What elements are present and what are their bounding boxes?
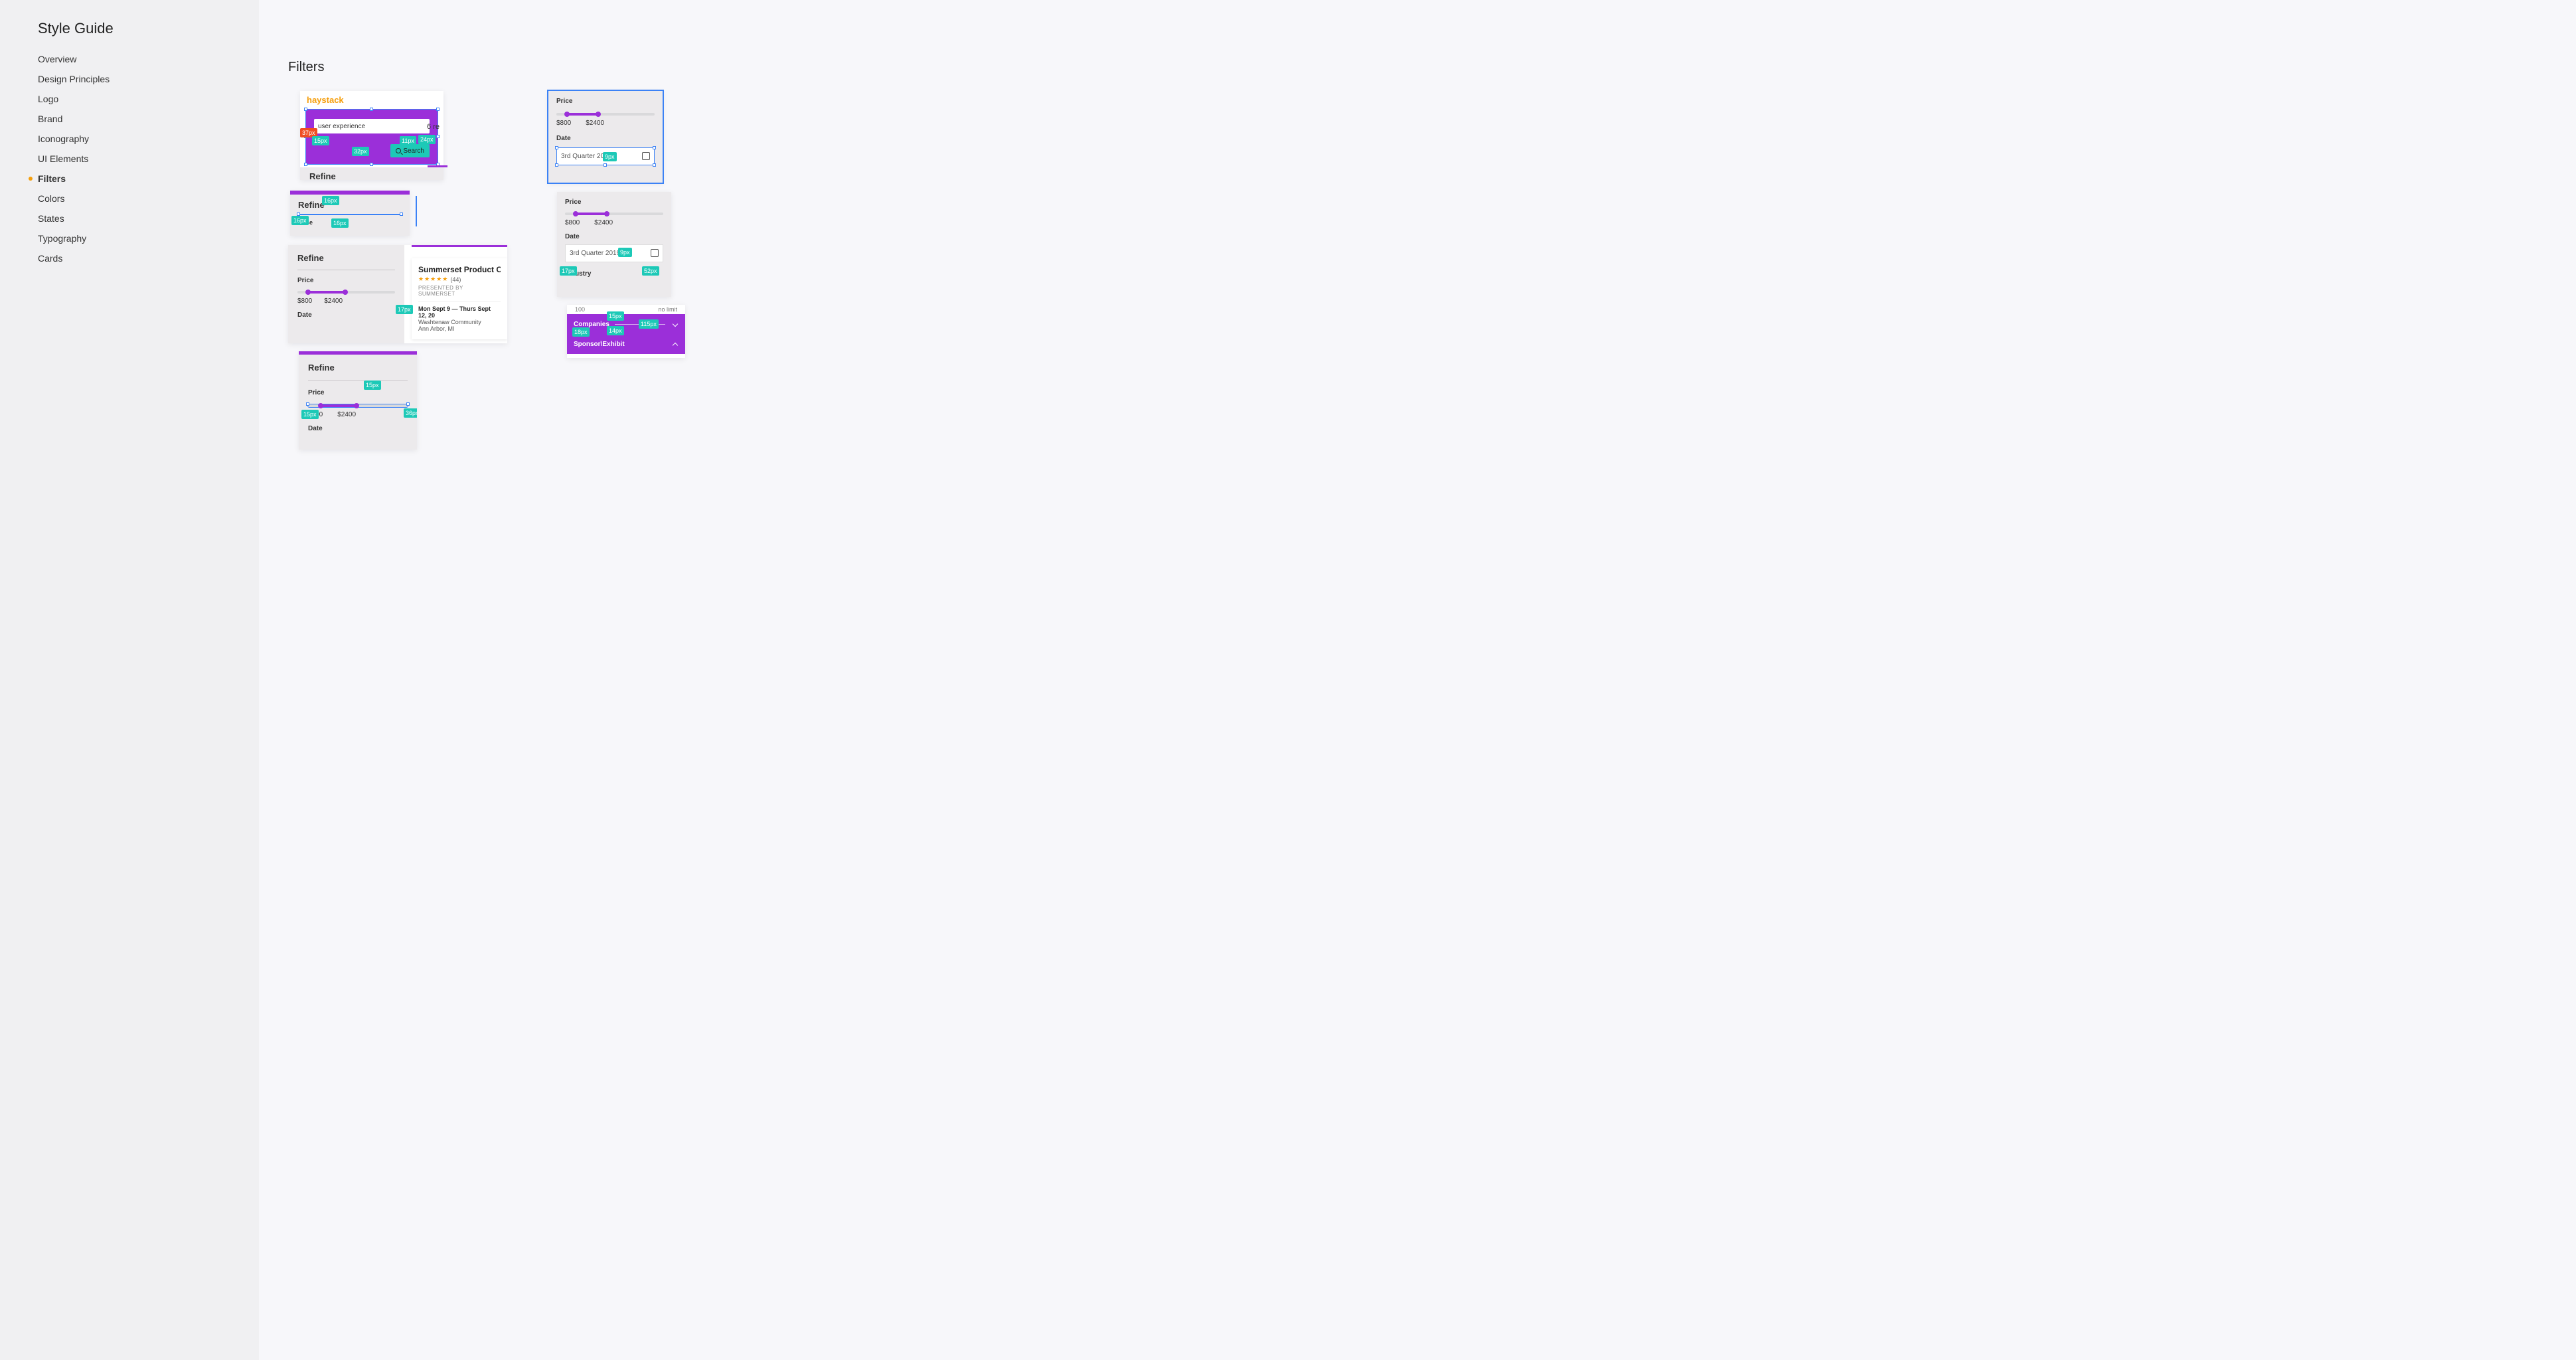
- sidebar-item-ui-elements[interactable]: UI Elements: [38, 149, 259, 169]
- calendar-icon: [651, 248, 659, 258]
- date-label: Date: [308, 425, 408, 432]
- spacing-badge: 15px: [301, 410, 319, 419]
- date-label: Date: [297, 311, 395, 319]
- card-title: Summerset Product C: [418, 265, 501, 274]
- decoration: [428, 165, 447, 167]
- price-low: $800: [297, 298, 312, 305]
- thumb-refine-bottom[interactable]: Refine Price $800 $2400 Date: [299, 351, 417, 450]
- chevron-down-icon: [672, 321, 679, 327]
- thumb-accordion[interactable]: 100 no limit Companies Sponsor\Exhibit 1…: [567, 305, 685, 358]
- price-label: Price: [308, 389, 408, 396]
- accordion-sponsor[interactable]: Sponsor\Exhibit: [567, 334, 685, 354]
- spacing-badge: 115px: [639, 319, 659, 329]
- decoration: [416, 196, 417, 226]
- thumb-price-date-selected[interactable]: Price $800 $2400 Date 3rd Quarter 2019: [548, 91, 663, 183]
- range-max-fragment: no limit: [658, 306, 677, 313]
- spacing-badge: 17px: [560, 266, 577, 276]
- price-label: Price: [298, 219, 402, 226]
- spacing-badge: 11px: [400, 136, 416, 145]
- date-label: Date: [565, 233, 663, 240]
- refine-title: Refine: [309, 171, 336, 180]
- sidebar-item-colors[interactable]: Colors: [38, 189, 259, 209]
- spacing-badge: 16px: [322, 196, 339, 205]
- price-low: $800: [565, 219, 580, 226]
- price-low: $800: [556, 120, 571, 127]
- thumb-refine-with-card[interactable]: Refine Price $800 $2400 Date: [288, 245, 507, 343]
- page-title: Filters: [288, 60, 2549, 75]
- price-label: Price: [556, 98, 655, 105]
- thumb-refine-strip[interactable]: Refine Price 16px 16px 16px: [290, 191, 410, 236]
- spacing-badge: 15px: [607, 311, 624, 321]
- event-city: Ann Arbor, MI: [418, 325, 501, 332]
- price-high: $2400: [337, 411, 356, 418]
- spacing-badge: 9px: [603, 152, 617, 161]
- price-high: $2400: [324, 298, 343, 305]
- sidebar-item-filters[interactable]: Filters: [38, 169, 259, 189]
- price-label: Price: [297, 277, 395, 284]
- search-button[interactable]: Search: [390, 144, 430, 157]
- spacing-badge: 17px: [396, 305, 413, 314]
- spacing-badge: 52px: [642, 266, 659, 276]
- thumb-search-header[interactable]: haystack user experience Search: [300, 91, 443, 180]
- event-venue: Washtenaw Community: [418, 319, 501, 325]
- refine-title: Refine: [308, 363, 408, 373]
- search-button-label: Search: [403, 147, 424, 155]
- sidebar-item-cards[interactable]: Cards: [38, 248, 259, 268]
- spacing-badge: 16px: [331, 218, 349, 228]
- search-input-value: user experience: [318, 123, 365, 130]
- spacing-badge: 14px: [607, 326, 624, 335]
- price-label: Price: [565, 199, 663, 206]
- sidebar-item-principles[interactable]: Design Principles: [38, 69, 259, 89]
- sidebar: Style Guide Overview Design Principles L…: [0, 0, 259, 1360]
- sidebar-item-overview[interactable]: Overview: [38, 49, 259, 69]
- date-label: Date: [556, 135, 655, 142]
- price-high: $2400: [594, 219, 613, 226]
- sidebar-item-states[interactable]: States: [38, 209, 259, 228]
- sidebar-nav: Overview Design Principles Logo Brand Ic…: [38, 49, 259, 268]
- accordion-companies-label: Companies: [574, 321, 609, 328]
- price-high: $2400: [586, 120, 604, 127]
- date-select-value: 3rd Quarter 2019: [570, 250, 620, 257]
- sidebar-title: Style Guide: [38, 20, 259, 37]
- main: Filters haystack user experience Search: [259, 0, 2576, 1360]
- search-input[interactable]: user experience: [314, 119, 430, 133]
- spacing-badge: 18px: [572, 327, 590, 337]
- spacing-badge: 9px: [618, 248, 632, 257]
- spacing-badge: 15px: [312, 136, 329, 145]
- date-select[interactable]: 3rd Quarter 2019: [565, 244, 663, 262]
- spacing-badge: 16px: [291, 216, 309, 225]
- thumb-price-date-industry[interactable]: Price $800 $2400 Date 3rd Quarter 2019 I…: [557, 192, 671, 297]
- spacing-badge: 24px: [418, 135, 436, 144]
- brand-logo-text: haystack: [300, 91, 443, 109]
- results-count-fragment: 6 re: [427, 123, 440, 131]
- presented-by: PRESENTED BY SUMMERSET: [418, 285, 501, 297]
- search-icon: [396, 148, 401, 153]
- spacing-badge: 36px: [404, 408, 417, 418]
- chevron-up-icon: [672, 341, 679, 347]
- event-dates: Mon Sept 9 — Thurs Sept 12, 20: [418, 305, 501, 319]
- design-canvas[interactable]: haystack user experience Search: [288, 91, 886, 463]
- spacing-badge: 15px: [364, 381, 381, 390]
- sidebar-item-typography[interactable]: Typography: [38, 228, 259, 248]
- sidebar-item-iconography[interactable]: Iconography: [38, 129, 259, 149]
- sidebar-item-logo[interactable]: Logo: [38, 89, 259, 109]
- spacing-badge: 32px: [352, 147, 369, 156]
- star-icon: ★★★★★: [418, 276, 448, 283]
- sidebar-item-brand[interactable]: Brand: [38, 109, 259, 129]
- accordion-sponsor-label: Sponsor\Exhibit: [574, 341, 625, 348]
- calendar-icon: [642, 151, 650, 161]
- refine-title: Refine: [298, 200, 402, 210]
- range-min-fragment: 100: [575, 306, 585, 313]
- reviews-count: (44): [450, 276, 461, 283]
- refine-title: Refine: [297, 253, 395, 263]
